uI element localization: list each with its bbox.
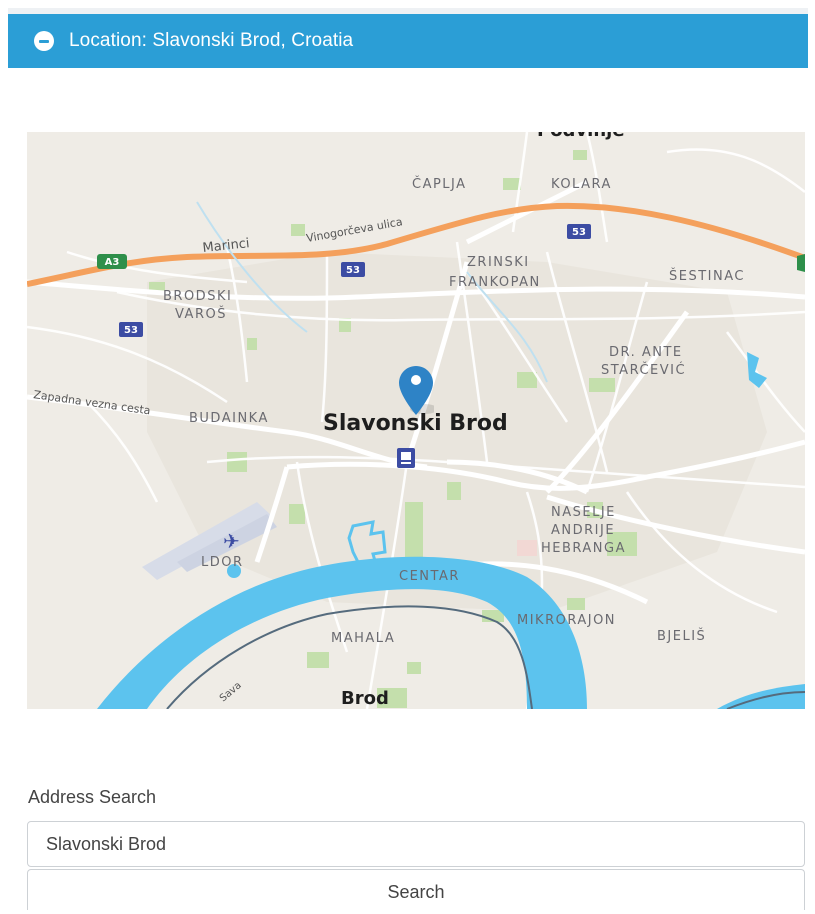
header-title: Location: Slavonski Brod, Croatia <box>69 30 354 51</box>
road-shield-a3: A3 <box>97 254 127 269</box>
road-shield-53-east: 53 <box>567 224 591 239</box>
train-station-icon <box>397 448 415 468</box>
svg-text:VAROŠ: VAROŠ <box>175 306 227 322</box>
svg-text:A3: A3 <box>105 257 120 268</box>
svg-text:DR. ANTE: DR. ANTE <box>609 345 683 360</box>
svg-text:NASELJE: NASELJE <box>551 505 616 520</box>
svg-text:CENTAR: CENTAR <box>399 569 460 584</box>
svg-text:ŠESTINAC: ŠESTINAC <box>669 268 745 284</box>
svg-text:MIKRORAJON: MIKRORAJON <box>517 613 616 628</box>
svg-text:BJELIŠ: BJELIŠ <box>657 628 706 644</box>
svg-text:53: 53 <box>572 227 586 238</box>
minus-circle-icon[interactable] <box>34 31 54 51</box>
map-view[interactable]: A3 53 53 53 ✈ Podvinje ČAPLJA KOLARA Mar… <box>27 132 805 709</box>
svg-text:BRODSKI: BRODSKI <box>163 289 232 304</box>
svg-text:KOLARA: KOLARA <box>551 177 612 192</box>
road-shield-53-west: 53 <box>119 322 143 337</box>
location-pin-icon[interactable] <box>398 365 434 417</box>
svg-text:STARČEVIĆ: STARČEVIĆ <box>601 362 686 378</box>
airport-icon: ✈ <box>223 531 240 553</box>
svg-text:Podvinje: Podvinje <box>537 132 625 141</box>
svg-text:FRANKOPAN: FRANKOPAN <box>449 275 541 290</box>
search-button[interactable]: Search <box>27 869 805 910</box>
road-shield-53: 53 <box>341 262 365 277</box>
svg-text:53: 53 <box>346 265 360 276</box>
svg-text:HEBRANGA: HEBRANGA <box>541 541 626 556</box>
map-canvas[interactable]: A3 53 53 53 ✈ Podvinje ČAPLJA KOLARA Mar… <box>27 132 805 709</box>
location-header[interactable]: Location: Slavonski Brod, Croatia <box>8 14 808 68</box>
svg-text:53: 53 <box>124 325 138 336</box>
svg-text:BUDAINKA: BUDAINKA <box>189 411 269 426</box>
svg-text:LDOR: LDOR <box>201 555 244 570</box>
address-search-label: Address Search <box>28 787 157 807</box>
svg-text:ZRINSKI: ZRINSKI <box>467 255 530 270</box>
svg-text:ANDRIJE: ANDRIJE <box>551 523 615 538</box>
svg-text:MAHALA: MAHALA <box>331 631 395 646</box>
address-search-input[interactable] <box>27 821 805 867</box>
svg-text:Brod: Brod <box>341 688 389 709</box>
svg-text:ČAPLJA: ČAPLJA <box>412 176 467 192</box>
